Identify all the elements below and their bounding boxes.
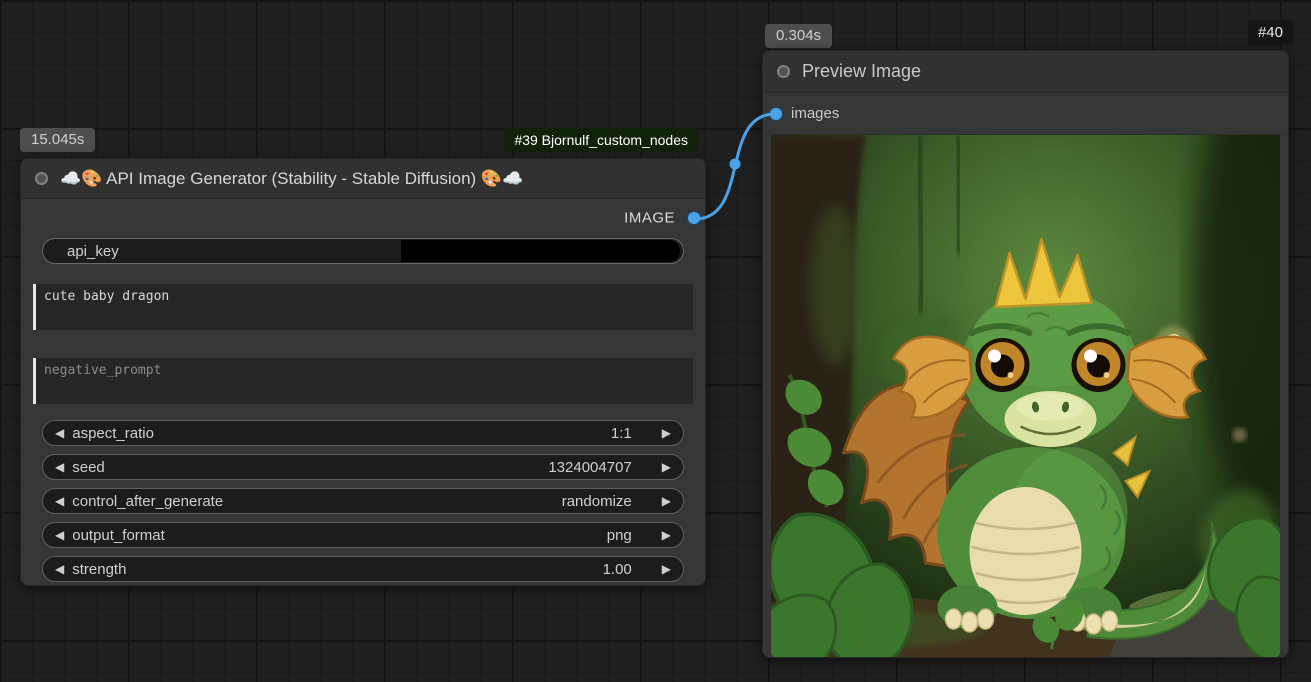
widget-value: 1.00 bbox=[603, 561, 654, 578]
preview-image[interactable] bbox=[771, 135, 1280, 657]
widget-value: 1:1 bbox=[611, 425, 654, 442]
execution-time-badge: 15.045s bbox=[20, 128, 95, 152]
node-status-dot[interactable] bbox=[777, 65, 790, 78]
input-slot-label: images bbox=[791, 105, 839, 122]
widget-label: seed bbox=[72, 459, 105, 476]
decrement-arrow-icon[interactable]: ◀ bbox=[55, 495, 64, 507]
negative-prompt-textarea[interactable]: negative_prompt bbox=[33, 358, 693, 404]
increment-arrow-icon[interactable]: ▶ bbox=[662, 461, 671, 473]
widget-aspect-ratio[interactable]: ◀ aspect_ratio 1:1 ▶ bbox=[42, 420, 684, 446]
comfyui-canvas[interactable]: 15.045s #39 Bjornulf_custom_nodes 0.304s… bbox=[0, 0, 1311, 682]
image-output-slot[interactable] bbox=[688, 212, 700, 224]
preview-image-node[interactable]: Preview Image images bbox=[762, 50, 1289, 658]
increment-arrow-icon[interactable]: ▶ bbox=[662, 563, 671, 575]
dragon-artwork bbox=[771, 135, 1280, 657]
widget-value: 1324004707 bbox=[548, 459, 653, 476]
widget-output-format[interactable]: ◀ output_format png ▶ bbox=[42, 522, 684, 548]
widget-strength[interactable]: ◀ strength 1.00 ▶ bbox=[42, 556, 684, 582]
link-midpoint-dot[interactable] bbox=[730, 159, 741, 170]
node-status-dot[interactable] bbox=[35, 172, 48, 185]
widget-label: output_format bbox=[72, 527, 165, 544]
widget-control-after-generate[interactable]: ◀ control_after_generate randomize ▶ bbox=[42, 488, 684, 514]
increment-arrow-icon[interactable]: ▶ bbox=[662, 529, 671, 541]
widget-value: randomize bbox=[562, 493, 654, 510]
node-id-badge: #39 Bjornulf_custom_nodes bbox=[504, 128, 698, 152]
decrement-arrow-icon[interactable]: ◀ bbox=[55, 427, 64, 439]
redacted-api-key-value bbox=[401, 240, 680, 262]
widget-label: strength bbox=[72, 561, 126, 578]
images-input-slot[interactable] bbox=[770, 108, 782, 120]
node-title: ☁️🎨 API Image Generator (Stability - Sta… bbox=[60, 169, 523, 189]
prompt-textarea[interactable]: cute baby dragon bbox=[33, 284, 693, 330]
widget-label: control_after_generate bbox=[72, 493, 223, 510]
decrement-arrow-icon[interactable]: ◀ bbox=[55, 529, 64, 541]
api-image-generator-node[interactable]: ☁️🎨 API Image Generator (Stability - Sta… bbox=[20, 158, 706, 586]
execution-time-badge: 0.304s bbox=[765, 24, 832, 48]
widget-label: aspect_ratio bbox=[72, 425, 154, 442]
node-title-bar[interactable]: Preview Image bbox=[763, 51, 1288, 93]
widget-value: png bbox=[607, 527, 654, 544]
workflow-id-badge: #40 bbox=[1248, 20, 1293, 45]
output-slot-label: IMAGE bbox=[624, 210, 675, 227]
node-title-bar[interactable]: ☁️🎨 API Image Generator (Stability - Sta… bbox=[21, 159, 705, 199]
api-key-input[interactable]: api_key bbox=[42, 238, 684, 264]
decrement-arrow-icon[interactable]: ◀ bbox=[55, 563, 64, 575]
increment-arrow-icon[interactable]: ▶ bbox=[662, 495, 671, 507]
widget-seed[interactable]: ◀ seed 1324004707 ▶ bbox=[42, 454, 684, 480]
node-title: Preview Image bbox=[802, 61, 921, 82]
increment-arrow-icon[interactable]: ▶ bbox=[662, 427, 671, 439]
api-key-label: api_key bbox=[67, 243, 119, 260]
decrement-arrow-icon[interactable]: ◀ bbox=[55, 461, 64, 473]
